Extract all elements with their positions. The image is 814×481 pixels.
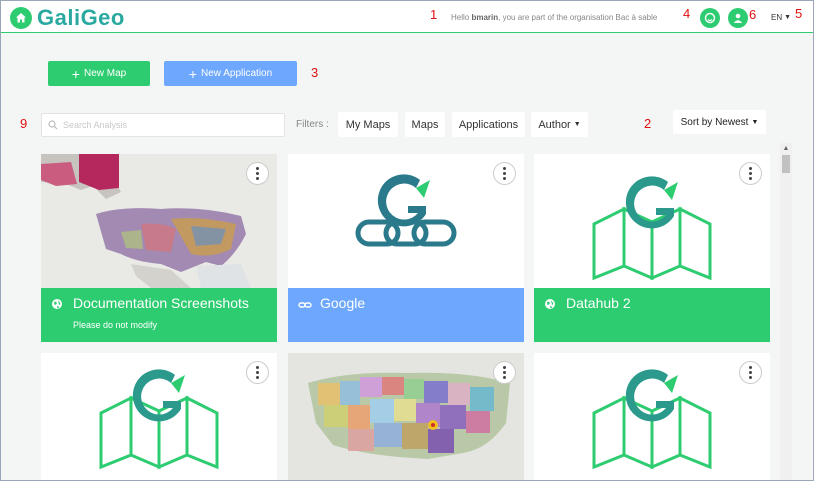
annotation-2: 2 (644, 116, 652, 131)
username: bmarin (471, 13, 499, 22)
annotation-9: 9 (20, 116, 28, 131)
filters-label: Filters : (296, 119, 329, 130)
language-label: EN (771, 13, 783, 22)
support-icon[interactable] (700, 8, 720, 28)
link-icon (298, 297, 312, 315)
analysis-card[interactable]: Google (288, 154, 524, 342)
card-menu-button[interactable] (246, 361, 269, 384)
sort-dropdown[interactable]: Sort by Newest ▼ (673, 110, 766, 134)
new-map-button[interactable]: + New Map (48, 61, 150, 86)
language-selector[interactable]: EN ▼ (771, 13, 791, 22)
card-footer: Google (288, 288, 524, 342)
card-menu-button[interactable] (493, 162, 516, 185)
annotation-1: 1 (430, 7, 438, 22)
search-input[interactable] (63, 120, 263, 130)
card-menu-button[interactable] (493, 361, 516, 384)
application-logo (41, 353, 277, 481)
card-menu-button[interactable] (739, 162, 762, 185)
application-logo (288, 154, 524, 288)
app-logo[interactable]: GaliGeo (37, 5, 125, 31)
sort-label: Sort by Newest (680, 116, 749, 128)
annotation-6: 6 (749, 7, 757, 22)
card-title: Google (320, 295, 366, 311)
plus-icon: + (71, 65, 80, 82)
vertical-scrollbar[interactable]: ▲ (780, 143, 792, 481)
chevron-down-icon: ▼ (784, 14, 792, 21)
scroll-up-icon[interactable]: ▲ (780, 143, 792, 153)
filter-maps[interactable]: Maps (405, 112, 445, 137)
application-logo (534, 154, 770, 288)
analysis-card[interactable] (288, 353, 524, 481)
user-greeting: Hello bmarin, you are part of the organi… (451, 13, 657, 22)
analysis-card[interactable]: Datahub 2 (534, 154, 770, 342)
filter-author-dropdown[interactable]: Author ▼ (531, 112, 588, 137)
annotation-3: 3 (311, 65, 319, 80)
card-menu-button[interactable] (739, 361, 762, 384)
annotation-5: 5 (795, 6, 803, 21)
card-title: Datahub 2 (566, 295, 631, 311)
new-application-label: New Application (201, 68, 273, 79)
home-icon[interactable] (10, 7, 32, 29)
map-thumbnail (41, 154, 277, 288)
greeting-organisation: , you are part of the organisation Bac à… (498, 13, 658, 22)
card-title: Documentation Screenshots (73, 295, 249, 311)
app-header: GaliGeo Hello bmarin, you are part of th… (1, 1, 813, 33)
application-logo (534, 353, 770, 481)
user-account-icon[interactable] (728, 8, 748, 28)
globe-icon (51, 297, 63, 315)
card-footer: Datahub 2 (534, 288, 770, 342)
card-footer: Documentation Screenshots Please do not … (41, 288, 277, 342)
chevron-down-icon: ▼ (751, 118, 759, 126)
chevron-down-icon: ▼ (573, 121, 581, 128)
card-subtitle: Please do not modify (73, 320, 158, 330)
card-menu-button[interactable] (246, 162, 269, 185)
plus-icon: + (188, 65, 198, 82)
new-application-button[interactable]: + New Application (164, 61, 297, 86)
analysis-card[interactable]: Documentation Screenshots Please do not … (41, 154, 277, 342)
new-map-label: New Map (83, 68, 127, 79)
filter-author-label: Author (538, 118, 571, 131)
analysis-card[interactable] (41, 353, 277, 481)
filter-my-maps[interactable]: My Maps (338, 112, 398, 137)
globe-icon (544, 297, 556, 315)
greeting-prefix: Hello (451, 13, 470, 22)
search-icon (48, 120, 58, 130)
analysis-card[interactable] (534, 353, 770, 481)
search-box (41, 113, 285, 137)
filter-applications[interactable]: Applications (452, 112, 525, 137)
scrollbar-thumb[interactable] (782, 155, 790, 173)
map-thumbnail (288, 353, 524, 481)
annotation-4: 4 (683, 6, 691, 21)
